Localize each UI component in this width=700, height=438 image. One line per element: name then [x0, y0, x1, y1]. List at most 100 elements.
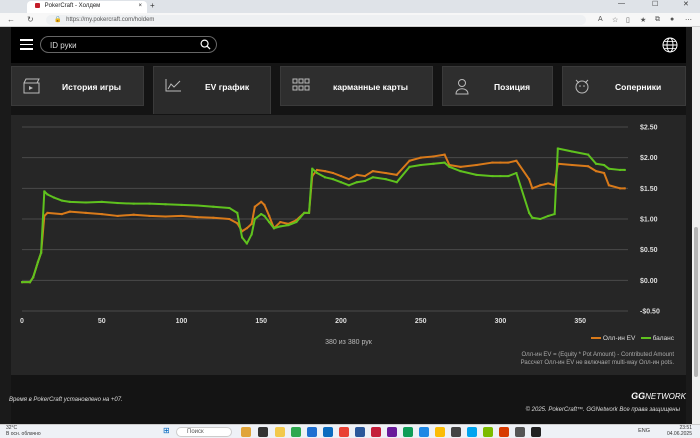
app-icon[interactable] — [419, 427, 429, 437]
series-point — [371, 176, 374, 179]
series-point — [475, 164, 478, 167]
series-point — [571, 164, 574, 167]
globe-language-icon[interactable] — [662, 37, 678, 53]
app-icon[interactable] — [531, 427, 541, 437]
taskbar-search-placeholder: Поиск — [187, 429, 204, 435]
legend-allin-ev: Олл-ин EV — [602, 335, 636, 342]
favorites-icon[interactable]: ★ — [640, 16, 646, 24]
series-point — [507, 175, 510, 178]
series-point — [384, 178, 387, 181]
scroll-thumb[interactable] — [694, 227, 698, 377]
y-tick-label: -$0.50 — [640, 309, 660, 316]
legend-swatch-balance — [640, 337, 651, 340]
series-point — [263, 214, 266, 217]
address-bar-row: ← ↻ 🔒 https://my.pokercraft.com/holdem A… — [0, 13, 700, 27]
series-point — [250, 233, 253, 236]
series-point — [164, 203, 167, 206]
page-scrollbar[interactable] — [692, 27, 700, 424]
read-aloud-icon[interactable]: A — [598, 16, 603, 23]
x-tick-label: 0 — [20, 318, 24, 325]
series-point — [491, 175, 494, 178]
tab-strip: PokerCraft - Холдем × + — ☐ ✕ — [0, 0, 700, 13]
edge-browser-icon[interactable] — [307, 427, 317, 437]
left-gutter — [0, 27, 11, 424]
app-icon[interactable] — [355, 427, 365, 437]
favorite-star-icon[interactable]: ☆ — [612, 16, 618, 24]
split-screen-icon[interactable]: ▯ — [626, 16, 630, 24]
series-point — [408, 165, 411, 168]
cat-face-icon — [575, 79, 589, 94]
hand-id-search[interactable] — [40, 36, 217, 53]
chrome-icon[interactable] — [339, 427, 349, 437]
url-text: https://my.pokercraft.com/holdem — [66, 17, 155, 23]
search-icon[interactable] — [200, 39, 211, 50]
url-field[interactable]: 🔒 https://my.pokercraft.com/holdem — [46, 15, 586, 25]
back-button[interactable]: ← — [7, 15, 15, 24]
tab-game-history[interactable]: История игры — [11, 66, 144, 106]
task-view-icon[interactable] — [258, 427, 268, 437]
tab-opponents[interactable]: Соперники — [562, 66, 686, 106]
pokercraft-page: История игры EV график карманные карты — [0, 27, 700, 424]
tab-hole-cards[interactable]: карманные карты — [280, 66, 433, 106]
y-tick-label: $2.50 — [640, 125, 658, 132]
series-point — [279, 221, 282, 224]
app-icon[interactable] — [241, 427, 251, 437]
series-point — [607, 167, 610, 170]
language-indicator[interactable]: ENG — [638, 428, 650, 434]
profile-icon[interactable]: ● — [670, 16, 674, 23]
reload-button[interactable]: ↻ — [27, 15, 34, 24]
browser-tab[interactable]: PokerCraft - Холдем × — [27, 1, 147, 13]
series-point — [32, 276, 35, 279]
series-point — [448, 165, 451, 168]
close-window-button[interactable]: ✕ — [683, 0, 689, 8]
tab-label: Позиция — [494, 82, 531, 92]
series-point — [46, 193, 49, 196]
hand-id-input[interactable] — [50, 40, 190, 50]
y-tick-label: $2.00 — [640, 155, 658, 162]
series-point — [253, 218, 256, 220]
app-icon[interactable] — [467, 427, 477, 437]
ev-line-chart[interactable]: -$0.50 $0.00 $0.50 $1.00 $1.50 $2.00 $2.50 0 50 1… — [11, 115, 686, 375]
tab-position[interactable]: Позиция — [442, 66, 553, 106]
series-point — [316, 168, 319, 171]
file-explorer-icon[interactable] — [275, 427, 285, 437]
weather-widget[interactable]: 32°C В осн. облачно — [6, 425, 41, 437]
start-windows-icon[interactable]: ⊞ — [163, 426, 170, 435]
app-icon[interactable] — [435, 427, 445, 437]
close-tab-icon[interactable]: × — [138, 3, 142, 9]
app-icon[interactable] — [387, 427, 397, 437]
app-icon[interactable] — [451, 427, 461, 437]
series-point — [316, 172, 319, 174]
maximize-button[interactable]: ☐ — [652, 0, 658, 8]
clock[interactable]: 23:51 04.06.2025 — [667, 425, 692, 437]
series-point — [116, 202, 119, 205]
series-point — [100, 200, 103, 203]
series-point — [595, 162, 598, 165]
app-icon[interactable] — [291, 427, 301, 437]
series-point — [443, 161, 446, 164]
taskbar-search[interactable]: Поиск — [176, 427, 232, 437]
logo-gg: GG — [631, 391, 646, 401]
chart-legend: Олл-ин EV баланс — [591, 335, 674, 342]
collections-icon[interactable]: ⧉ — [655, 16, 660, 24]
copyright-text: © 2025. PokerCraft™. GGNetwork Все права… — [525, 407, 680, 413]
report-tabs: История игры EV график карманные карты П… — [11, 66, 686, 114]
app-icon[interactable] — [483, 427, 493, 437]
minimize-button[interactable]: — — [618, 0, 625, 7]
app-icon[interactable] — [515, 427, 525, 437]
x-tick-label: 150 — [255, 318, 267, 325]
app-icon[interactable] — [323, 427, 333, 437]
series-point — [623, 187, 626, 190]
app-icon[interactable] — [403, 427, 413, 437]
series-point — [196, 216, 199, 219]
series-point — [100, 213, 103, 216]
series-point — [311, 167, 314, 170]
hamburger-menu-icon[interactable] — [20, 39, 33, 50]
series-point — [236, 222, 239, 225]
tab-ev-graph[interactable]: EV график — [153, 66, 271, 114]
more-menu-icon[interactable]: ⋯ — [685, 16, 692, 24]
new-tab-button[interactable]: + — [150, 1, 155, 10]
pokercraft-app-icon[interactable] — [371, 427, 381, 437]
app-icon[interactable] — [499, 427, 509, 437]
series-point — [40, 251, 43, 254]
